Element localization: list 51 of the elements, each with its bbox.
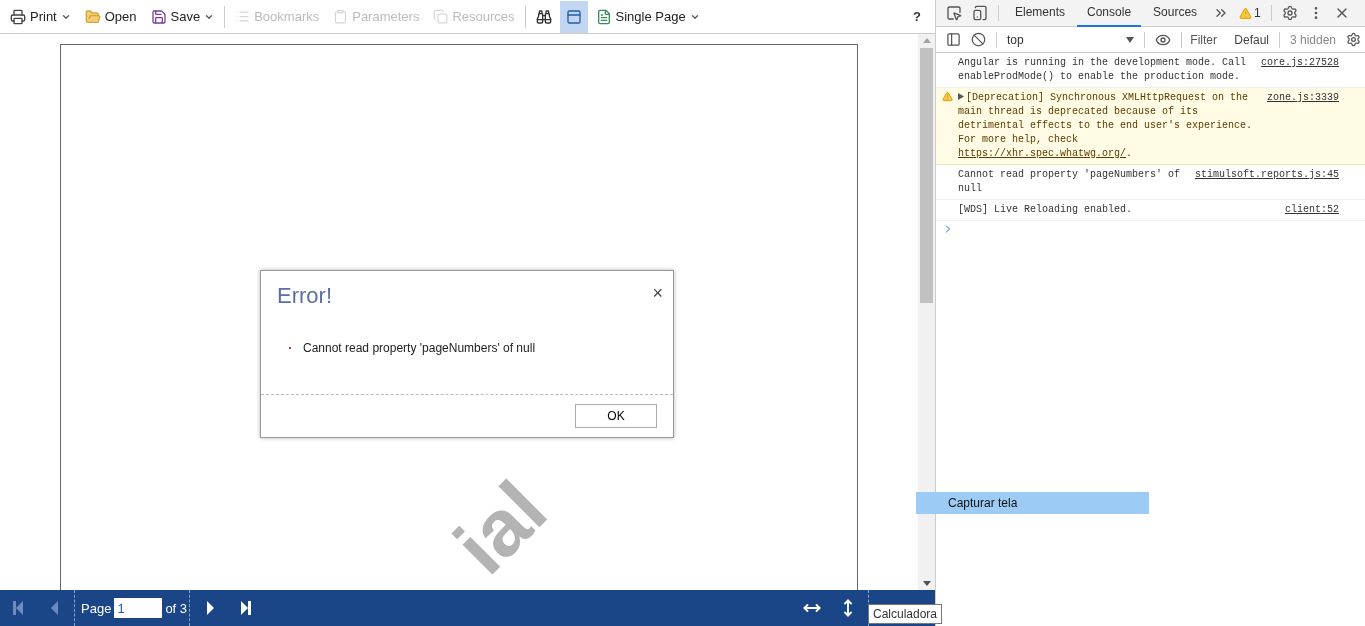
message-text: [Deprecation] Synchronous XMLHttpRequest on the main thread is deprecated because of its detrimental effects to the end user's experience. For more help, check https://xhr.spec.whatwg.org/. (958, 91, 1254, 161)
message-link[interactable]: https://xhr.spec.whatwg.org/ (958, 148, 1127, 159)
print-button[interactable]: Print (4, 0, 77, 33)
last-page-icon (241, 601, 252, 615)
clipboard-icon (333, 9, 349, 24)
ok-button[interactable]: OK (575, 404, 657, 428)
scroll-down-icon[interactable] (922, 581, 931, 586)
page-number-field[interactable]: 1 (114, 598, 163, 618)
next-icon (206, 601, 214, 615)
expand-icon (958, 93, 964, 100)
scrollbar[interactable] (918, 34, 935, 590)
documents-icon (433, 9, 449, 24)
hidden-count: 3 hidden (1288, 32, 1337, 47)
page-label: Page (81, 600, 112, 616)
devtools-tab[interactable]: Elements (1005, 0, 1076, 27)
close-button[interactable]: × (652, 283, 663, 303)
message-text: Angular is running in the development mode. Call enableProdMode() to enable the production mode. (958, 56, 1248, 84)
source-link[interactable]: zone.js:3339 (1267, 91, 1339, 105)
scroll-thumb[interactable] (920, 48, 933, 303)
watermark-text: ial (441, 468, 561, 588)
previous-icon (50, 601, 58, 615)
context-selector[interactable]: top (1002, 32, 1139, 47)
list-icon (235, 9, 251, 24)
devtools-tab[interactable]: Sources (1143, 0, 1208, 27)
open-button[interactable]: Open (78, 0, 143, 33)
help-button[interactable]: ? (913, 9, 931, 24)
printer-icon (10, 8, 26, 25)
message-text: [WDS] Live Reloading enabled. (958, 203, 1134, 217)
message-text: Cannot read property 'pageNumbers' of null (958, 168, 1182, 196)
page-count: of 3 (165, 600, 188, 616)
warnings-counter[interactable]: 1 (1235, 6, 1265, 20)
tooltip: Calculadora (868, 604, 943, 624)
capture-screen-bar[interactable]: Capturar tela (916, 492, 1149, 514)
document-icon (595, 8, 612, 25)
dropdown-icon (1126, 36, 1135, 43)
source-link[interactable]: stimulsoft.reports.js:45 (1194, 168, 1339, 182)
page-view-icon (565, 8, 582, 25)
log-levels-dropdown[interactable]: Defaul (1230, 32, 1273, 47)
page-mode-button[interactable]: Single Page (589, 0, 706, 33)
source-link[interactable]: core.js:27528 (1261, 56, 1339, 70)
first-page-icon (13, 601, 23, 615)
source-link[interactable]: client:52 (1285, 203, 1339, 217)
dialog-title: Error! (277, 283, 332, 310)
view-mode-button[interactable] (559, 0, 588, 33)
error-message: Cannot read property 'pageNumbers' of null (303, 341, 536, 355)
devtools-tab[interactable]: Console (1077, 0, 1142, 27)
binoculars-icon (535, 8, 552, 25)
warning-icon (1239, 6, 1253, 20)
save-button[interactable]: Save (144, 0, 221, 33)
warning-icon (942, 91, 953, 102)
folder-icon (84, 8, 101, 25)
